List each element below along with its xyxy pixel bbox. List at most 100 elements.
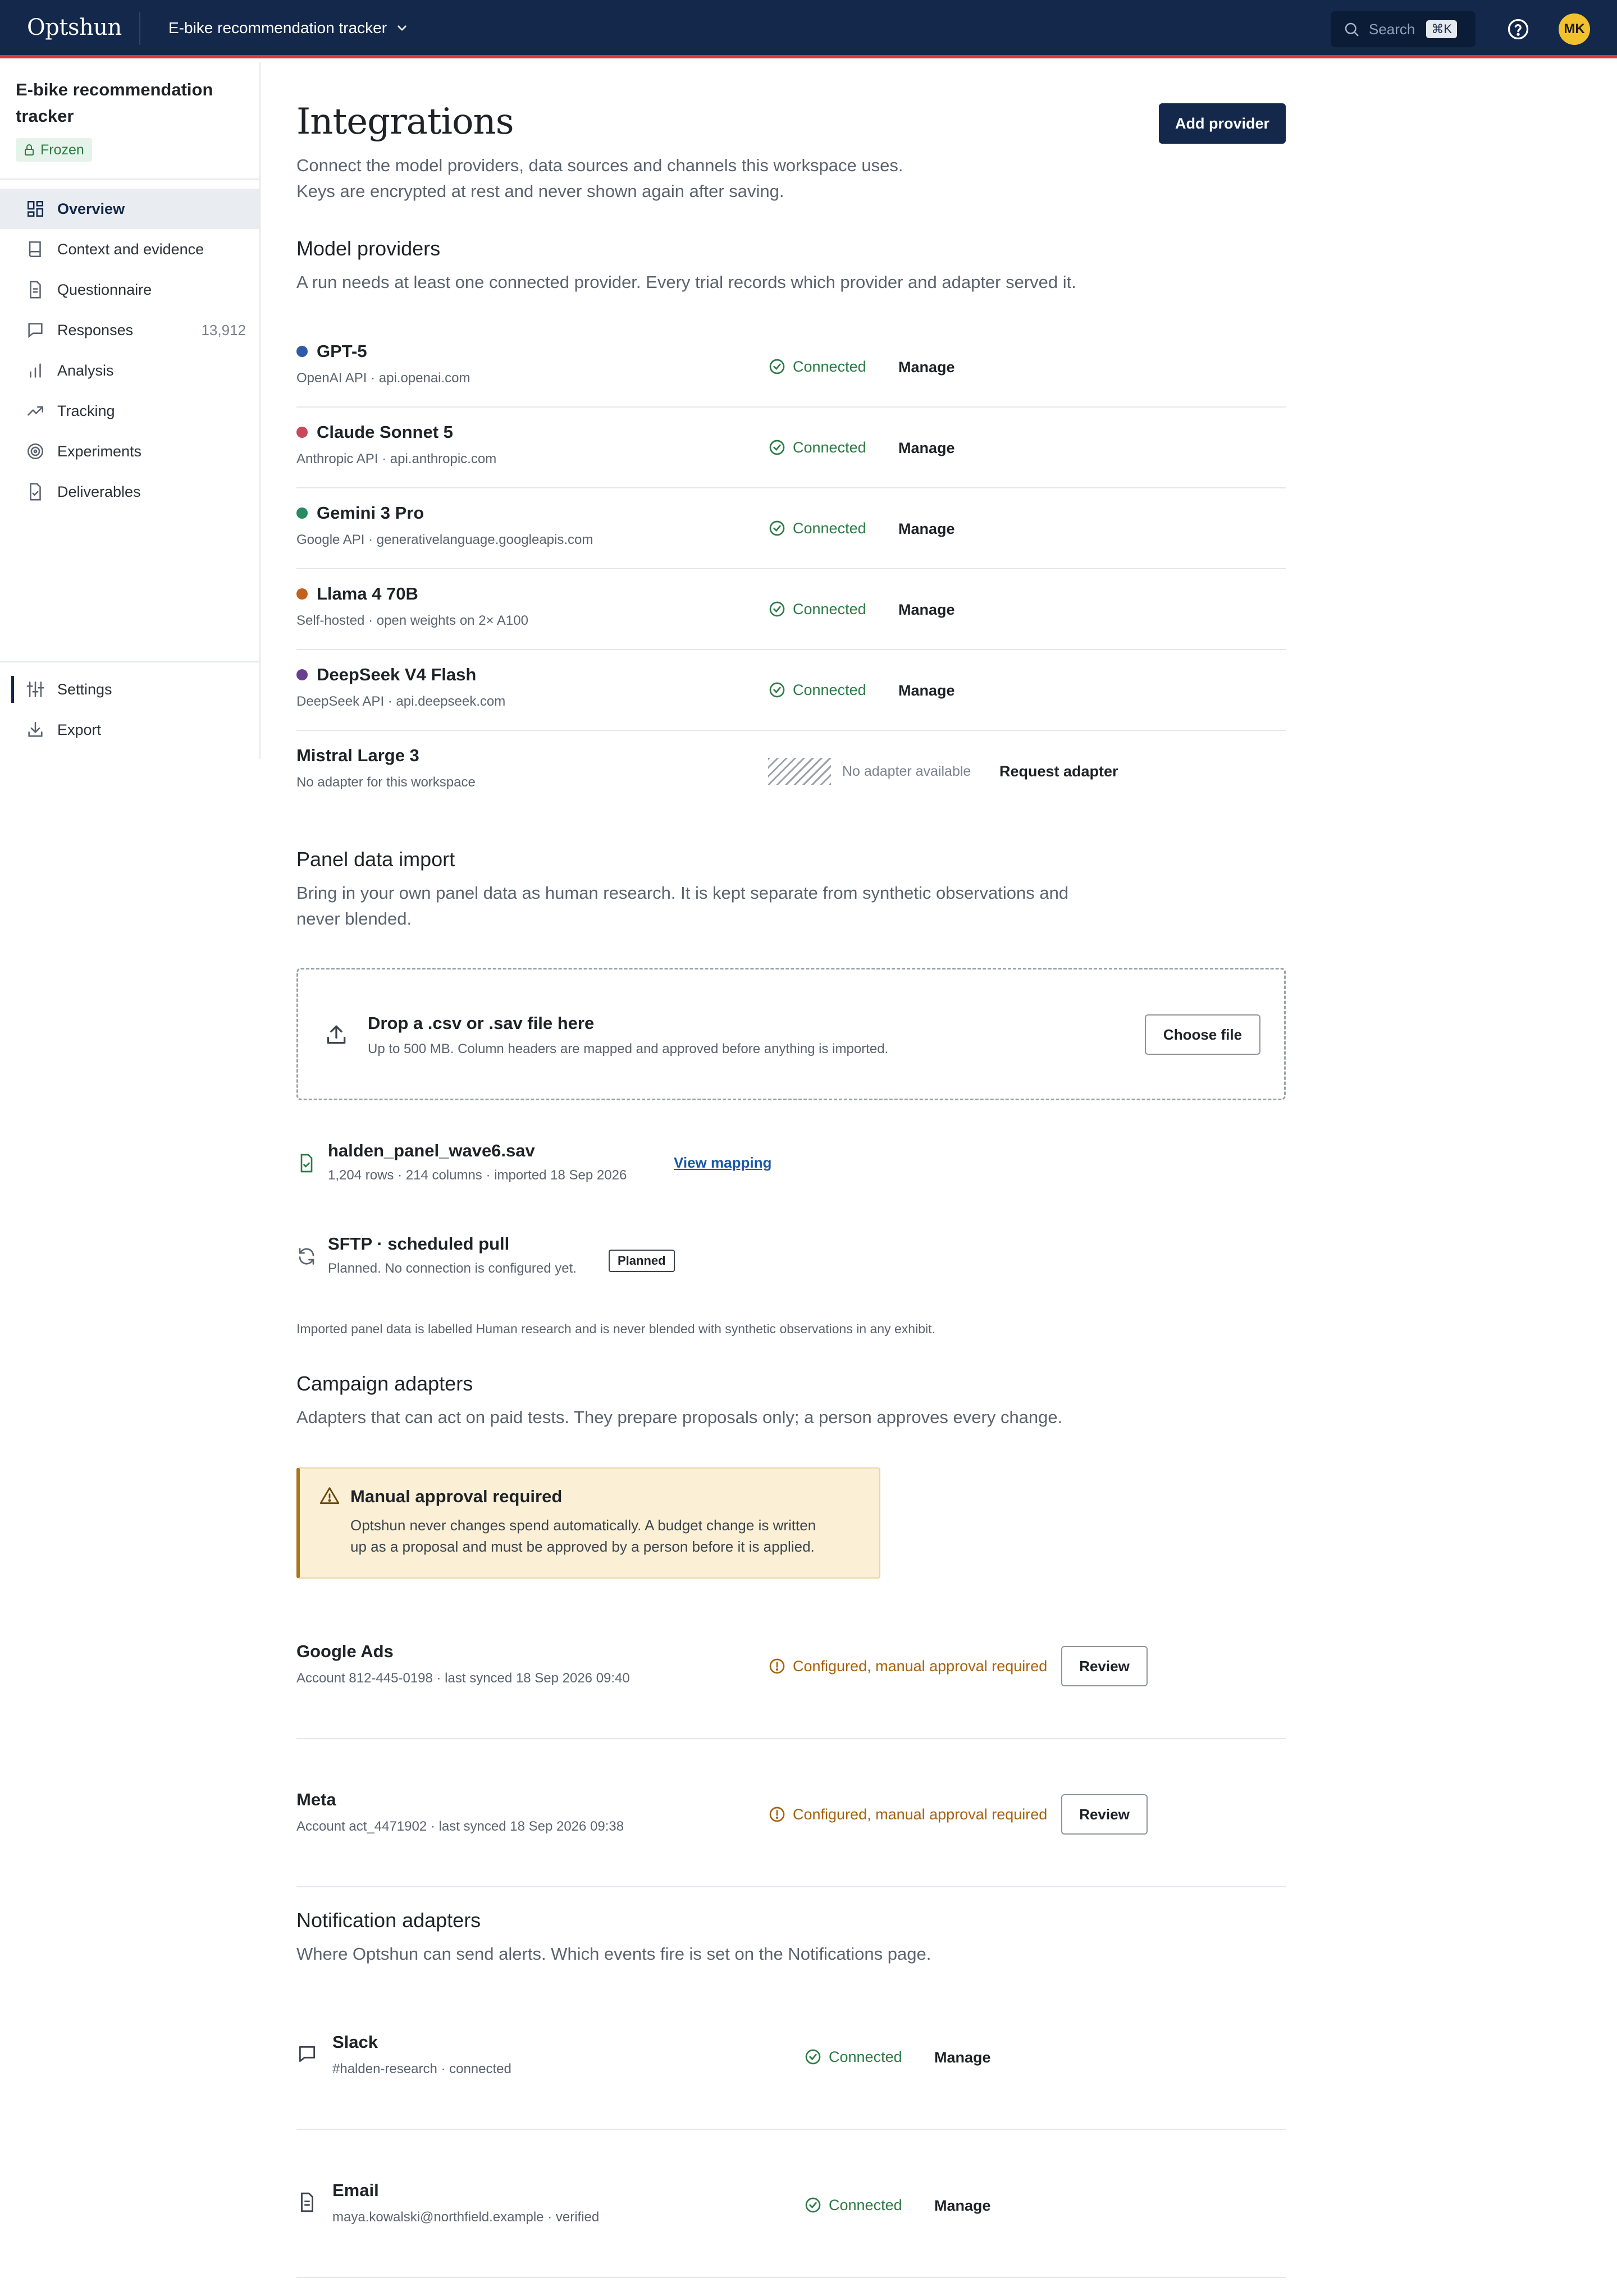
search-shortcut: ⌘K	[1426, 20, 1458, 38]
page-subtitle: Connect the model providers, data source…	[296, 153, 970, 204]
provider-meta: Anthropic API · api.anthropic.com	[296, 451, 497, 466]
status-label: Configured, manual approval required	[793, 1805, 1048, 1823]
choose-file-button[interactable]: Choose file	[1145, 1014, 1260, 1055]
campaign-adapter-row: Google Ads Account 812-445-0198 · last s…	[296, 1627, 1286, 1739]
project-switcher[interactable]: E-bike recommendation tracker	[168, 19, 409, 37]
provider-name: DeepSeek V4 Flash	[296, 665, 476, 685]
status-label: Connected	[793, 438, 866, 456]
chevron-down-icon	[398, 25, 406, 31]
manual-approval-callout: Manual approval required Optshun never c…	[296, 1467, 880, 1579]
dropzone-subtitle: Up to 500 MB. Column headers are mapped …	[368, 1041, 889, 1056]
document-icon	[30, 281, 41, 299]
chat-icon	[28, 323, 43, 338]
check-circle-icon	[805, 2197, 821, 2213]
search-icon	[1345, 22, 1359, 36]
sidebar-item-questionnaire[interactable]: Questionnaire	[0, 269, 259, 310]
sidebar-item-label: Context and evidence	[57, 240, 204, 258]
check-circle-icon	[769, 520, 785, 536]
provider-row: GPT-5 OpenAI API · api.openai.com Connec…	[296, 327, 1286, 408]
help-icon[interactable]	[1506, 17, 1531, 42]
sidebar-item-label: Overview	[57, 200, 125, 217]
file-dropzone[interactable]: Drop a .csv or .sav file here Up to 500 …	[296, 968, 1286, 1100]
review-button[interactable]: Review	[1061, 1646, 1148, 1686]
callout-body: Optshun never changes spend automaticall…	[350, 1517, 816, 1555]
warning-icon	[319, 1487, 340, 1504]
section-heading-campaign-adapters: Campaign adapters	[296, 1372, 473, 1395]
request-adapter-button[interactable]: Request adapter	[999, 763, 1118, 780]
status-label: Connected	[793, 681, 866, 698]
bar-chart-icon	[30, 363, 41, 378]
provider-color-dot	[296, 588, 308, 600]
document-icon	[301, 2192, 313, 2212]
adapter-name: Email	[332, 2180, 379, 2200]
sidebar-item-label: Responses	[57, 321, 134, 339]
view-mapping-link[interactable]: View mapping	[674, 1154, 771, 1172]
book-icon	[29, 241, 41, 258]
manage-button[interactable]: Manage	[898, 682, 955, 699]
sidebar-item-label: Experiments	[57, 442, 142, 460]
adapter-meta: maya.kowalski@northfield.example · verif…	[332, 2210, 600, 2225]
adapter-name: Slack	[332, 2032, 378, 2052]
page-title: Integrations	[296, 101, 514, 143]
adapter-name: Meta	[296, 1790, 336, 1809]
sidebar-item-context[interactable]: Context and evidence	[0, 229, 259, 269]
search-input[interactable]: Search ⌘K	[1331, 11, 1476, 47]
sidebar-item-export[interactable]: Export	[0, 710, 259, 750]
manage-button[interactable]: Manage	[898, 601, 955, 619]
manage-button[interactable]: Manage	[934, 2049, 991, 2066]
callout-title: Manual approval required	[350, 1487, 563, 1506]
provider-name: Claude Sonnet 5	[296, 422, 453, 442]
add-provider-button[interactable]: Add provider	[1159, 103, 1286, 144]
manage-button[interactable]: Manage	[898, 520, 955, 538]
search-placeholder: Search	[1369, 20, 1415, 38]
status-label: Connected	[793, 358, 866, 375]
import-note: Imported panel data is labelled Human re…	[296, 1321, 935, 1336]
sidebar-project-title: E-bike recommendation tracker	[16, 80, 213, 126]
provider-name-label: Llama 4 70B	[317, 584, 418, 603]
section-heading-panel-import: Panel data import	[296, 848, 455, 871]
sidebar-bottom-nav: Settings Export	[0, 669, 259, 750]
target-icon	[27, 443, 44, 460]
sftp-name: SFTP · scheduled pull	[328, 1234, 510, 1254]
sidebar-item-label: Settings	[57, 680, 112, 698]
brand-logo[interactable]: Optshun	[27, 15, 122, 40]
avatar[interactable]: MK	[1559, 13, 1590, 45]
manage-button[interactable]: Manage	[898, 440, 955, 457]
download-icon	[28, 721, 43, 737]
upload-icon	[327, 1025, 346, 1044]
sidebar-item-experiments[interactable]: Experiments	[0, 431, 259, 472]
manage-button[interactable]: Manage	[898, 359, 955, 376]
connection-status: Connected	[804, 2048, 902, 2066]
no-adapter-label: No adapter available	[842, 763, 971, 779]
review-button[interactable]: Review	[1061, 1794, 1148, 1835]
sidebar-item-tracking[interactable]: Tracking	[0, 391, 259, 431]
section-subtitle: Adapters that can act on paid tests. The…	[296, 1407, 1063, 1427]
section-subtitle: Bring in your own panel data as human re…	[296, 880, 1105, 932]
provider-meta: Google API · generativelanguage.googleap…	[296, 532, 593, 547]
adapter-meta: #halden-research · connected	[332, 2061, 511, 2077]
provider-name: GPT-5	[296, 341, 367, 362]
sidebar: E-bike recommendation tracker Frozen Ove…	[0, 62, 261, 759]
active-indicator	[11, 676, 14, 703]
manage-button[interactable]: Manage	[934, 2197, 991, 2215]
sidebar-item-responses[interactable]: Responses 13,912	[0, 310, 259, 350]
file-meta: 1,204 rows · 214 columns · imported 18 S…	[328, 1168, 627, 1183]
connection-status: Connected	[768, 519, 866, 537]
sftp-row: SFTP · scheduled pull Planned. No connec…	[296, 1224, 1286, 1280]
unavailable-hatch	[768, 758, 831, 785]
adapter-meta: Account 812-445-0198 · last synced 18 Se…	[296, 1671, 630, 1686]
planned-badge: Planned	[609, 1250, 675, 1272]
notification-adapter-row: Slack #halden-research · connected Conne…	[296, 2018, 1286, 2130]
section-heading-model-providers: Model providers	[296, 237, 441, 260]
topbar-divider	[139, 12, 140, 45]
file-name: halden_panel_wave6.sav	[328, 1141, 535, 1160]
sidebar-item-analysis[interactable]: Analysis	[0, 350, 259, 391]
provider-row: Gemini 3 Pro Google API · generativelang…	[296, 488, 1286, 569]
status-label: Connected	[829, 2196, 902, 2213]
status-badge-label: Frozen	[40, 141, 84, 158]
sidebar-item-settings[interactable]: Settings	[0, 669, 259, 710]
page-subtitle-line: Keys are encrypted at rest and never sho…	[296, 181, 784, 201]
status-label: Connected	[793, 600, 866, 618]
sidebar-item-overview[interactable]: Overview	[0, 189, 259, 229]
sidebar-item-deliverables[interactable]: Deliverables	[0, 472, 259, 512]
